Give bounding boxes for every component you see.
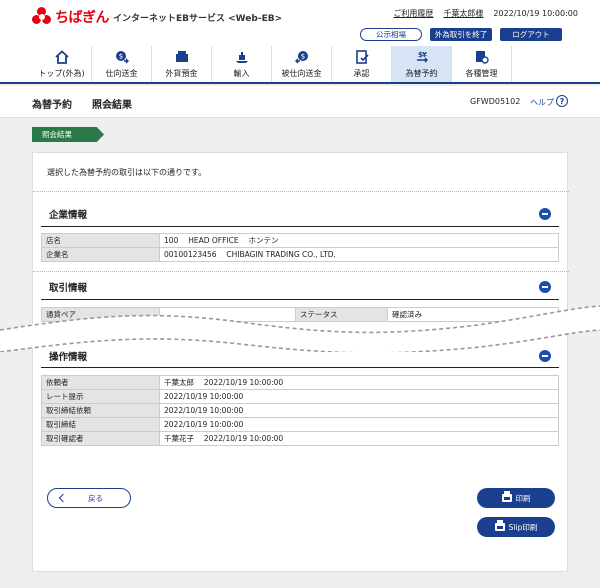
nav-label: 各種管理: [465, 68, 498, 78]
nav-label: 被仕向送金: [281, 68, 322, 78]
printer-icon: [501, 491, 512, 502]
nav-import[interactable]: 輸入: [212, 46, 272, 82]
content-break-wave: [0, 305, 600, 352]
nav-fx-deposit[interactable]: 外貨預金: [152, 46, 212, 82]
table-row: レート提示 2022/10/19 10:00:00: [41, 389, 559, 404]
nav-approve[interactable]: 承認: [332, 46, 392, 82]
svg-text:$: $: [300, 52, 304, 60]
global-nav: トップ(外為) $ 仕向送金 外貨預金 輸入 $ 被仕向送金 承認 $ ¥ 為替予…: [0, 46, 600, 84]
service-name: インターネットEBサービス <Web-EB>: [113, 13, 283, 24]
nav-management[interactable]: 各種管理: [452, 46, 512, 82]
chevron-left-icon: [58, 493, 68, 503]
nav-inward-remittance[interactable]: $ 被仕向送金: [272, 46, 332, 82]
company-table: 店名 100 HEAD OFFICE ホンテン 企業名 00100123456 …: [41, 233, 559, 262]
row-key: 取引確認者: [41, 431, 160, 446]
divider: [33, 191, 569, 192]
fx-reservation-icon: $ ¥: [416, 51, 428, 62]
user-name[interactable]: 千葉太郎様: [443, 8, 483, 19]
print-label: 印刷: [515, 493, 531, 503]
approve-icon: [355, 49, 369, 64]
row-key: 企業名: [41, 247, 160, 262]
login-datetime: 2022/10/19 10:00:00: [493, 9, 578, 18]
header: ちばぎん インターネットEBサービス <Web-EB> ご利用履歴 千葉太郎様 …: [0, 0, 600, 46]
logo-mark-icon: [32, 7, 52, 27]
row-value: 2022/10/19 10:00:00: [159, 403, 559, 418]
nav-outward-remittance[interactable]: $ 仕向送金: [92, 46, 152, 82]
svg-text:$: $: [118, 52, 122, 60]
brand-name: ちばぎん: [55, 10, 110, 26]
divider: [33, 271, 569, 272]
row-value: 2022/10/19 10:00:00: [159, 417, 559, 432]
slip-print-button[interactable]: Slip印刷: [477, 517, 555, 537]
section-title-company: 企業情報: [49, 210, 88, 221]
table-row: 企業名 00100123456 CHIBAGIN TRADING CO., LT…: [41, 247, 559, 262]
table-row: 店名 100 HEAD OFFICE ホンテン: [41, 233, 559, 248]
row-value: 2022/10/19 10:00:00: [159, 389, 559, 404]
operation-table: 依頼者 千葉太郎 2022/10/19 10:00:00 レート提示 2022/…: [41, 375, 559, 446]
row-key: 店名: [41, 233, 160, 248]
receive-money-icon: $: [294, 50, 308, 63]
table-row: 取引確認者 千葉花子 2022/10/19 10:00:00: [41, 431, 559, 446]
slip-print-label: Slip印刷: [508, 522, 538, 532]
table-row: 依頼者 千葉太郎 2022/10/19 10:00:00: [41, 375, 559, 390]
nav-label: 仕向送金: [105, 68, 138, 78]
step-indicator: 照会結果: [32, 127, 104, 142]
page-subtitle: 照会結果: [92, 100, 132, 111]
result-panel: 選択した為替予約の取引は以下の通りです。 企業情報 店名 100 HEAD OF…: [32, 152, 569, 572]
rates-button[interactable]: 公示相場: [360, 28, 422, 41]
collapse-transaction-icon[interactable]: [539, 281, 551, 293]
import-icon: [235, 51, 248, 63]
help-link[interactable]: ヘルプ: [530, 97, 554, 108]
section-title-transaction: 取引情報: [49, 283, 88, 294]
section-line: [41, 367, 559, 368]
row-value: 千葉太郎 2022/10/19 10:00:00: [159, 375, 559, 390]
home-icon: [54, 49, 69, 64]
nav-fx-reservation[interactable]: $ ¥ 為替予約: [392, 46, 452, 82]
intro-text: 選択した為替予約の取引は以下の通りです。: [47, 168, 207, 177]
row-value: 100 HEAD OFFICE ホンテン: [159, 233, 559, 248]
deposit-icon: [175, 50, 188, 62]
nav-top[interactable]: トップ(外為): [32, 46, 92, 82]
row-value: 00100123456 CHIBAGIN TRADING CO., LTD.: [159, 247, 559, 262]
table-row: 取引締結依頼 2022/10/19 10:00:00: [41, 403, 559, 418]
nav-label: 承認: [353, 68, 370, 78]
usage-history-link[interactable]: ご利用履歴: [393, 8, 433, 19]
end-fx-button[interactable]: 外為取引を終了: [430, 28, 492, 41]
printer-icon: [494, 520, 505, 531]
bank-logo: ちばぎん インターネットEBサービス <Web-EB>: [32, 7, 282, 27]
back-button[interactable]: 戻る: [47, 488, 131, 508]
back-label: 戻る: [88, 493, 103, 503]
help-icon[interactable]: ?: [556, 95, 568, 107]
nav-label: 外貨預金: [165, 68, 198, 78]
row-key: レート提示: [41, 389, 160, 404]
row-key: 取引締結依頼: [41, 403, 160, 418]
row-value: 千葉花子 2022/10/19 10:00:00: [159, 431, 559, 446]
collapse-company-icon[interactable]: [539, 208, 551, 220]
print-button[interactable]: 印刷: [477, 488, 555, 508]
nav-label: トップ(外為): [38, 68, 85, 78]
row-key: 依頼者: [41, 375, 160, 390]
page-title: 為替予約: [32, 100, 72, 111]
section-line: [41, 226, 559, 227]
row-key: 取引締結: [41, 417, 160, 432]
svg-text:¥: ¥: [422, 51, 427, 59]
table-row: 取引締結 2022/10/19 10:00:00: [41, 417, 559, 432]
screen-id: GFWD05102: [470, 97, 521, 106]
nav-label: 為替予約: [405, 68, 438, 78]
send-money-icon: $: [115, 50, 129, 63]
logout-button[interactable]: ログアウト: [500, 28, 562, 41]
nav-label: 輸入: [233, 68, 250, 78]
management-icon: [475, 50, 489, 64]
title-bar: 為替予約 照会結果 GFWD05102 ヘルプ ?: [0, 86, 600, 118]
